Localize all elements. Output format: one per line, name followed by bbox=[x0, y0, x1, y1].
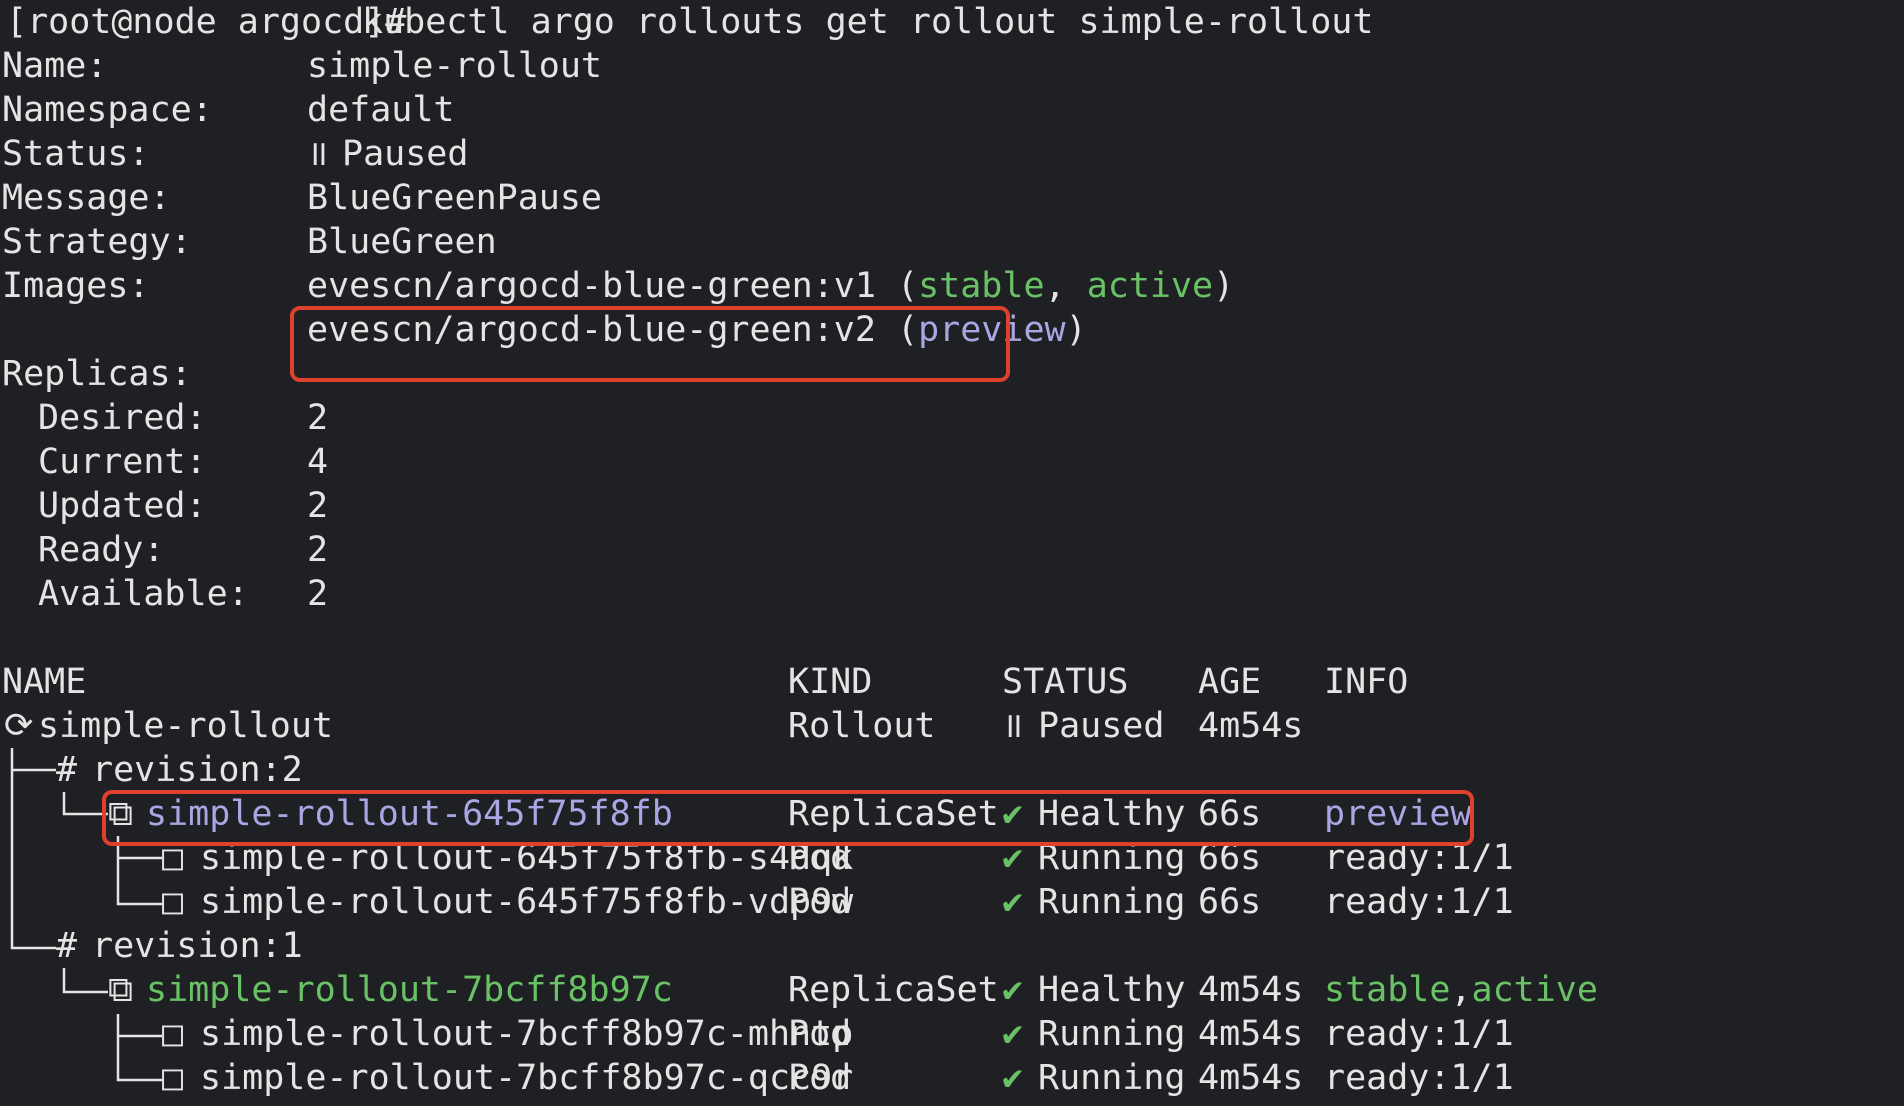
desired-value: 2 bbox=[307, 398, 329, 438]
check-icon: ✔ bbox=[1002, 1058, 1024, 1098]
row-age: 4m54s bbox=[1198, 970, 1304, 1010]
row-info: ready:1/1 bbox=[1324, 1058, 1514, 1098]
table-row: ⧉ simple-rollout-7bcff8b97c ReplicaSet ✔… bbox=[0, 968, 1598, 1012]
row-name: revision:2 bbox=[92, 750, 303, 790]
table-row: # revision:1 bbox=[0, 924, 303, 968]
table-row: □ simple-rollout-7bcff8b97c-qcc9r Pod ✔ … bbox=[0, 1056, 1514, 1100]
row-age: 4m54s bbox=[1198, 1058, 1304, 1098]
row-kind: Pod bbox=[788, 1014, 852, 1054]
namespace-value: default bbox=[307, 90, 455, 130]
pause-icon: ॥ bbox=[1002, 706, 1023, 746]
row-age: 4m54s bbox=[1198, 706, 1304, 746]
col-header-kind: KIND bbox=[788, 662, 873, 702]
check-icon: ✔ bbox=[1002, 970, 1024, 1010]
row-age: 66s bbox=[1198, 882, 1262, 922]
row-age: 4m54s bbox=[1198, 1014, 1304, 1054]
row-name: simple-rollout-7bcff8b97c-mhntp bbox=[200, 1014, 854, 1054]
command-text: kubectl argo rollouts get rollout simple… bbox=[362, 2, 1374, 42]
image-v1: evescn/argocd-blue-green:v1 (stable, act… bbox=[307, 264, 1234, 308]
tag-separator: , bbox=[1044, 266, 1087, 306]
table-row: ⟳ simple-rollout Rollout ॥ Paused 4m54s bbox=[0, 704, 1303, 748]
row-status: Running bbox=[1038, 882, 1186, 922]
pause-icon: ॥ bbox=[307, 134, 328, 174]
row-info: ready:1/1 bbox=[1324, 882, 1514, 922]
strategy-value: BlueGreen bbox=[307, 222, 497, 262]
tag-close: ) bbox=[1065, 310, 1087, 350]
row-kind: Pod bbox=[788, 1058, 852, 1098]
row-name: simple-rollout-7bcff8b97c bbox=[146, 970, 673, 1010]
table-row: # revision:2 bbox=[0, 748, 303, 792]
row-name: simple-rollout-645f75f8fb-vdp9w bbox=[200, 882, 854, 922]
info-tag-stable: stable bbox=[1324, 970, 1451, 1010]
table-row: □ simple-rollout-7bcff8b97c-mhntp Pod ✔ … bbox=[0, 1012, 1514, 1056]
tag-active: active bbox=[1086, 266, 1214, 306]
col-header-status: STATUS bbox=[1002, 662, 1129, 702]
row-kind: Pod bbox=[788, 882, 852, 922]
col-header-info: INFO bbox=[1324, 662, 1409, 702]
row-kind: ReplicaSet bbox=[788, 970, 999, 1010]
table-row: □ simple-rollout-645f75f8fb-s4dqk Pod ✔ … bbox=[0, 836, 1514, 880]
name-value: simple-rollout bbox=[307, 46, 603, 86]
table-row: □ simple-rollout-645f75f8fb-vdp9w Pod ✔ … bbox=[0, 880, 1514, 924]
row-kind: Rollout bbox=[788, 706, 936, 746]
check-icon: ✔ bbox=[1002, 882, 1024, 922]
tag-close: ) bbox=[1213, 266, 1235, 306]
info-tag-active: active bbox=[1471, 970, 1598, 1010]
pod-icon: □ bbox=[162, 1058, 205, 1098]
row-name: simple-rollout-7bcff8b97c-qcc9r bbox=[200, 1058, 854, 1098]
highlight-box-preview-replicaset bbox=[102, 790, 1474, 846]
available-value: 2 bbox=[307, 574, 329, 614]
row-status: Healthy bbox=[1038, 970, 1186, 1010]
pod-icon: □ bbox=[162, 1014, 205, 1054]
row-name: simple-rollout bbox=[38, 706, 334, 746]
tag-stable: stable bbox=[918, 266, 1045, 306]
row-info: stable,active bbox=[1324, 968, 1598, 1012]
row-status: Running bbox=[1038, 1014, 1186, 1054]
row-status: Running bbox=[1038, 1058, 1186, 1098]
row-status: Paused bbox=[1038, 706, 1165, 746]
image-v1-name: evescn/argocd-blue-green:v1 ( bbox=[307, 266, 919, 306]
check-icon: ✔ bbox=[1002, 1014, 1024, 1054]
status-value: Paused bbox=[342, 134, 469, 174]
updated-value: 2 bbox=[307, 486, 329, 526]
table-row: ⧉ simple-rollout-645f75f8fb ReplicaSet ✔… bbox=[0, 792, 1472, 836]
col-header-age: AGE bbox=[1198, 662, 1262, 702]
message-value: BlueGreenPause bbox=[307, 178, 603, 218]
row-info: ready:1/1 bbox=[1324, 1014, 1514, 1054]
ready-value: 2 bbox=[307, 530, 329, 570]
row-name: revision:1 bbox=[92, 926, 303, 966]
pod-icon: □ bbox=[162, 882, 205, 922]
current-value: 4 bbox=[307, 442, 329, 482]
highlight-box-preview-image bbox=[290, 306, 1010, 382]
info-tag-separator: , bbox=[1450, 970, 1472, 1010]
terminal-window: [root@node argocd]# kubectl argo rollout… bbox=[0, 0, 1904, 1106]
